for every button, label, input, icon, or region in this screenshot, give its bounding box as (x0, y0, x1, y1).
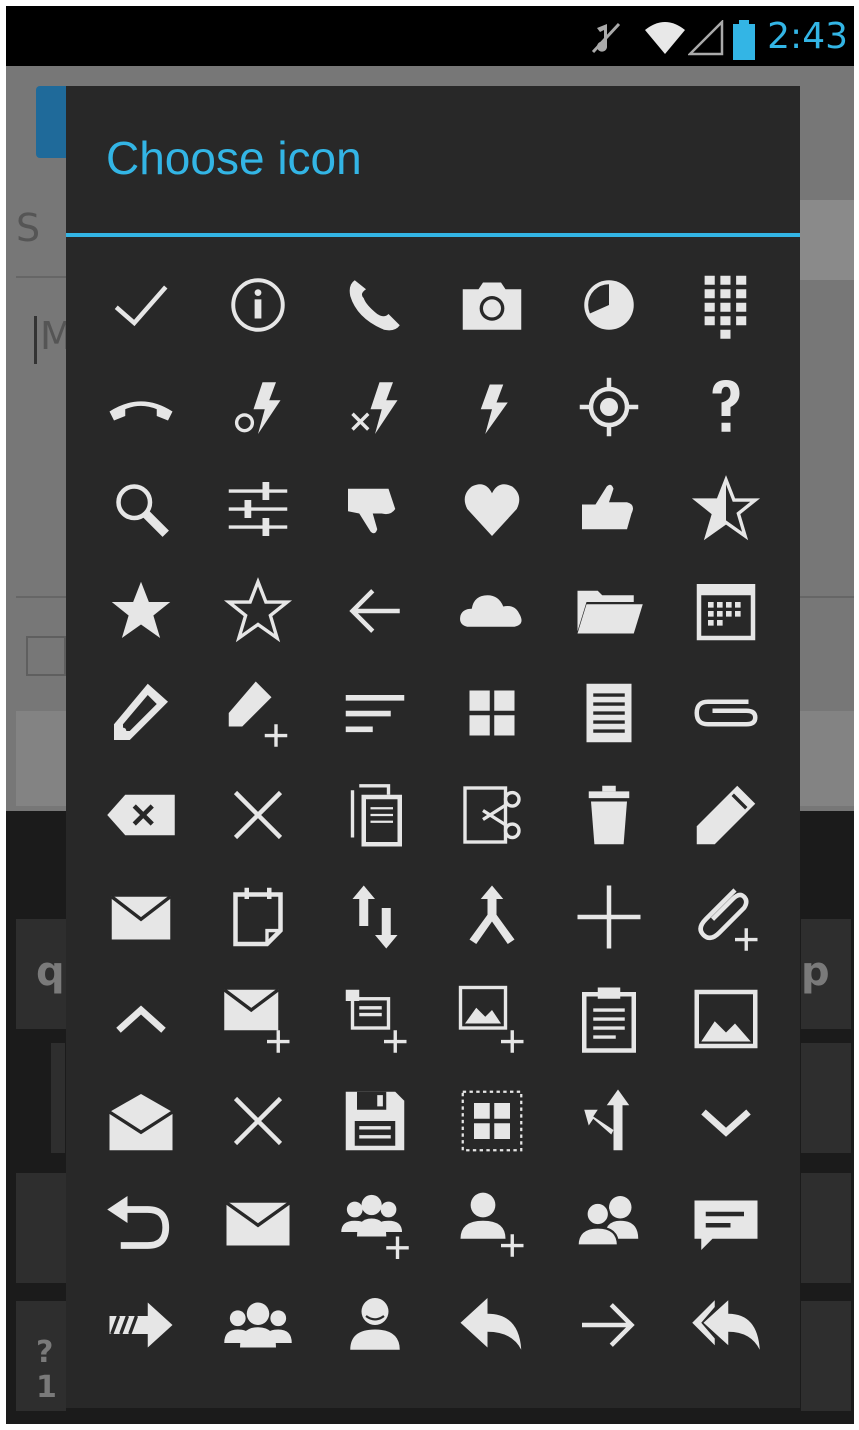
sort-icon[interactable] (316, 662, 433, 764)
add-to-queue-icon[interactable] (316, 968, 433, 1070)
camera-icon[interactable] (433, 254, 550, 356)
back-arrow-icon[interactable] (316, 560, 433, 662)
background-locate-button (796, 200, 854, 280)
reply-all-icon[interactable] (667, 1274, 784, 1376)
thumbs-up-icon[interactable] (550, 458, 667, 560)
person-icon[interactable] (316, 1274, 433, 1376)
checkmark-icon[interactable] (82, 254, 199, 356)
search-icon[interactable] (82, 458, 199, 560)
flash-off-icon[interactable] (316, 356, 433, 458)
grid-view-icon[interactable] (433, 662, 550, 764)
next-icon[interactable] (550, 1274, 667, 1376)
settings-sliders-icon[interactable] (199, 458, 316, 560)
mute-icon (591, 20, 623, 60)
undo-icon[interactable] (82, 1172, 199, 1274)
half-star-icon[interactable] (667, 458, 784, 560)
trash-icon[interactable] (550, 764, 667, 866)
background-checkbox (26, 636, 66, 676)
expand-icon[interactable] (667, 1070, 784, 1172)
new-email-icon[interactable] (199, 968, 316, 1070)
add-icon[interactable] (550, 866, 667, 968)
locate-icon[interactable] (550, 356, 667, 458)
edit-icon[interactable] (667, 764, 784, 866)
clock: 2:43 (767, 16, 848, 57)
picture-icon[interactable] (667, 968, 784, 1070)
add-picture-icon[interactable] (433, 968, 550, 1070)
heart-icon[interactable] (433, 458, 550, 560)
cut-icon[interactable] (433, 764, 550, 866)
dialog-title: Choose icon (106, 132, 362, 184)
add-attachment-icon[interactable] (667, 866, 784, 968)
close-icon[interactable] (199, 764, 316, 866)
screen: 2:43 S M q p ?1 Choose icon (6, 6, 854, 1424)
battery-icon (732, 20, 756, 64)
document-icon[interactable] (550, 662, 667, 764)
merge-icon[interactable] (433, 866, 550, 968)
email-icon[interactable] (82, 866, 199, 968)
split-icon[interactable] (550, 1070, 667, 1172)
copy-icon[interactable] (316, 764, 433, 866)
calendar-icon[interactable] (667, 560, 784, 662)
phone-icon[interactable] (316, 254, 433, 356)
keyboard-key (51, 1043, 65, 1153)
help-icon[interactable] (667, 356, 784, 458)
signal-icon (686, 18, 724, 60)
forward-icon[interactable] (82, 1274, 199, 1376)
open-envelope-icon[interactable] (82, 1070, 199, 1172)
choose-icon-dialog: Choose icon (66, 86, 800, 1408)
paste-icon[interactable] (550, 968, 667, 1070)
star-filled-icon[interactable] (82, 560, 199, 662)
attachment-icon[interactable] (667, 662, 784, 764)
new-event-icon[interactable] (199, 866, 316, 968)
label-icon[interactable] (82, 662, 199, 764)
add-person-icon[interactable] (433, 1172, 550, 1274)
icon-grid (82, 254, 784, 1376)
select-all-icon[interactable] (433, 1070, 550, 1172)
remove-icon[interactable] (199, 1070, 316, 1172)
title-divider (66, 233, 800, 237)
thumbs-down-icon[interactable] (316, 458, 433, 560)
star-outline-icon[interactable] (199, 560, 316, 662)
clock-icon[interactable] (550, 254, 667, 356)
people-icon[interactable] (550, 1172, 667, 1274)
status-bar: 2:43 (6, 6, 854, 66)
backspace-icon[interactable] (82, 764, 199, 866)
keyboard-key: q (16, 919, 66, 1029)
group-icon[interactable] (199, 1274, 316, 1376)
keyboard-key (801, 1043, 851, 1153)
keyboard-key: p (801, 919, 851, 1029)
envelope-icon[interactable] (199, 1172, 316, 1274)
text-cursor (34, 316, 37, 364)
add-label-icon[interactable] (199, 662, 316, 764)
cloud-icon[interactable] (433, 560, 550, 662)
flash-auto-icon[interactable] (199, 356, 316, 458)
keyboard-shift-key (16, 1173, 66, 1283)
dialpad-icon[interactable] (667, 254, 784, 356)
flash-icon[interactable] (433, 356, 550, 458)
save-icon[interactable] (316, 1070, 433, 1172)
keyboard-key: ?1 (16, 1301, 66, 1411)
collapse-icon[interactable] (82, 968, 199, 1070)
wifi-icon (643, 20, 687, 60)
folder-icon[interactable] (550, 560, 667, 662)
info-icon[interactable] (199, 254, 316, 356)
end-call-icon[interactable] (82, 356, 199, 458)
keyboard-backspace-key (801, 1173, 851, 1283)
chat-icon[interactable] (667, 1172, 784, 1274)
sort-by-size-icon[interactable] (316, 866, 433, 968)
reply-icon[interactable] (433, 1274, 550, 1376)
add-group-icon[interactable] (316, 1172, 433, 1274)
keyboard-enter-key (801, 1301, 851, 1411)
